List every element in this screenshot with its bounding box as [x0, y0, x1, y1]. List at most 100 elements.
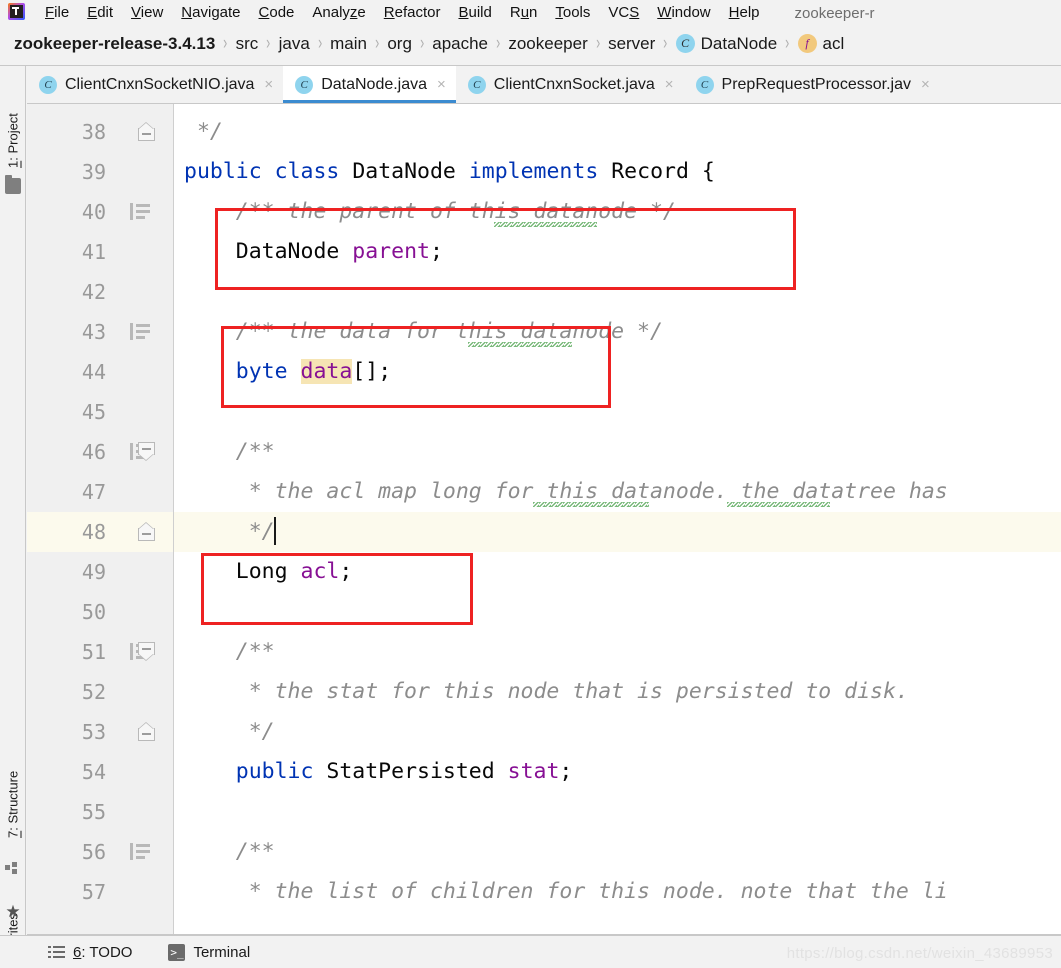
line-number: 51: [81, 640, 106, 664]
sidebar-item-project[interactable]: 1: Project: [0, 72, 26, 168]
line-number: 39: [81, 160, 106, 184]
code-line[interactable]: *: [184, 104, 210, 112]
gutter-row[interactable]: 44: [27, 352, 174, 392]
code-line[interactable]: /**: [184, 832, 275, 872]
menu-edit[interactable]: Edit: [78, 4, 122, 22]
gutter-row[interactable]: 57: [27, 872, 174, 912]
fold-start-icon[interactable]: [138, 642, 155, 661]
editor-tab-label: ClientCnxnSocketNIO.java: [65, 75, 255, 93]
gutter-row[interactable]: 41: [27, 232, 174, 272]
gutter-row[interactable]: 45: [27, 392, 174, 432]
star-icon: ★: [5, 902, 21, 921]
code-line[interactable]: public StatPersisted stat;: [184, 752, 573, 792]
menu-refactor[interactable]: Refactor: [375, 4, 450, 22]
breadcrumb-item-java[interactable]: java: [279, 34, 310, 54]
spelling-squiggle: [494, 222, 598, 227]
status-item-todo-label: 6: TODO: [73, 943, 133, 961]
breadcrumb-item-datanode[interactable]: C DataNode: [675, 34, 777, 54]
editor-tab-datanode-java[interactable]: C DataNode.java ×: [283, 66, 456, 103]
breadcrumb-item-apache[interactable]: apache: [432, 34, 488, 54]
line-number: 48: [81, 520, 106, 544]
line-number: 38: [81, 120, 106, 144]
breadcrumb-separator: ›: [420, 32, 425, 54]
editor-tab-preprequestprocessor-jav[interactable]: C PrepRequestProcessor.jav ×: [684, 66, 940, 103]
gutter-row[interactable]: 55: [27, 792, 174, 832]
menu-vcs[interactable]: VCS: [599, 4, 648, 22]
breadcrumb-item-server[interactable]: server: [608, 34, 655, 54]
java-class-icon: C: [695, 75, 714, 94]
menu-window[interactable]: Window: [648, 4, 719, 22]
menu-build[interactable]: Build: [449, 4, 500, 22]
breadcrumb-item-label: src: [235, 33, 259, 53]
editor-tab-clientcnxnsocket-java[interactable]: C ClientCnxnSocket.java ×: [456, 66, 684, 103]
menu-navigate[interactable]: Navigate: [172, 4, 249, 22]
code-line[interactable]: /** the data for this datanode */: [184, 312, 663, 352]
terminal-icon: >_: [168, 943, 186, 961]
fold-end-icon[interactable]: [138, 522, 155, 541]
menu-tools[interactable]: Tools: [546, 4, 599, 22]
close-icon[interactable]: ×: [437, 77, 446, 92]
code-line[interactable]: */: [184, 112, 223, 152]
breadcrumb-item-org[interactable]: org: [387, 34, 412, 54]
gutter-row[interactable]: 47: [27, 472, 174, 512]
menu-help[interactable]: Help: [720, 4, 769, 22]
editor-tab-clientcnxnsocketnio-java[interactable]: C ClientCnxnSocketNIO.java ×: [27, 66, 283, 103]
menu-code[interactable]: Code: [250, 4, 304, 22]
menu-file[interactable]: File: [36, 4, 78, 22]
code-line[interactable]: */: [184, 512, 275, 552]
line-number: 40: [81, 200, 106, 224]
breadcrumb-item-main[interactable]: main: [330, 34, 367, 54]
menu-view[interactable]: View: [122, 4, 172, 22]
breadcrumb-item-label: acl: [822, 33, 845, 53]
editor-gutter[interactable]: 37 38 39 40 41 42 43 44 45 46 47 48 49 50 51 52 53 54 55 56…: [27, 104, 174, 935]
breadcrumb-item-zookeeper[interactable]: zookeeper: [508, 34, 587, 54]
code-line[interactable]: DataNode parent;: [184, 232, 443, 272]
javadoc-marker-icon[interactable]: [130, 203, 150, 220]
code-line[interactable]: * the list of children for this node. no…: [184, 872, 948, 912]
javadoc-marker-icon[interactable]: [130, 843, 150, 860]
code-line[interactable]: /** the parent of this datanode */: [184, 192, 676, 232]
code-line[interactable]: */: [184, 712, 275, 752]
code-line[interactable]: /**: [184, 632, 275, 672]
code-line[interactable]: * the stat for this node that is persist…: [184, 672, 909, 712]
line-number: 43: [81, 320, 106, 344]
code-line[interactable]: byte data[];: [184, 352, 391, 392]
code-line[interactable]: /**: [184, 432, 275, 472]
gutter-row[interactable]: 49: [27, 552, 174, 592]
gutter-row[interactable]: 37: [27, 104, 174, 112]
left-tool-window-strip: 1: Project 7: Structure 2: Favorites ★: [0, 66, 26, 968]
breadcrumb-item-label: zookeeper: [508, 33, 588, 53]
gutter-row[interactable]: 43: [27, 312, 174, 352]
spelling-squiggle: [468, 342, 572, 347]
close-icon[interactable]: ×: [264, 77, 273, 92]
status-item-todo[interactable]: 6: TODO: [48, 944, 132, 961]
breadcrumb-item-acl[interactable]: f acl: [797, 33, 845, 54]
javadoc-marker-icon[interactable]: [130, 323, 150, 340]
gutter-row[interactable]: 42: [27, 272, 174, 312]
line-number: 44: [81, 360, 106, 384]
fold-start-icon[interactable]: [138, 442, 155, 461]
gutter-row[interactable]: 40: [27, 192, 174, 232]
code-line[interactable]: Long acl;: [184, 552, 353, 592]
intellij-idea-window: File Edit View Navigate Code Analyze Ref…: [0, 0, 1061, 968]
gutter-row[interactable]: 56: [27, 832, 174, 872]
breadcrumb-item-label: org: [387, 33, 412, 53]
close-icon[interactable]: ×: [921, 77, 930, 92]
fold-end-icon[interactable]: [138, 122, 155, 141]
menu-analyze[interactable]: Analyze: [303, 4, 374, 22]
gutter-row[interactable]: 50: [27, 592, 174, 632]
breadcrumb-item-zookeeper-release-3-4-13[interactable]: zookeeper-release-3.4.13: [14, 34, 215, 54]
code-line[interactable]: public class DataNode implements Record …: [184, 152, 715, 192]
menu-run[interactable]: Run: [501, 4, 547, 22]
editor-tab-label: PrepRequestProcessor.jav: [721, 75, 911, 93]
breadcrumb-item-src[interactable]: src: [236, 34, 259, 54]
code-editor[interactable]: 37 38 39 40 41 42 43 44 45 46 47 48 49 50 51 52 53 54 55 56…: [27, 104, 1061, 935]
close-icon[interactable]: ×: [665, 77, 674, 92]
fold-end-icon[interactable]: [138, 722, 155, 741]
code-text-area[interactable]: * */public class DataNode implements Rec…: [174, 104, 1061, 935]
status-item-terminal[interactable]: >_ Terminal: [168, 943, 250, 961]
gutter-row[interactable]: 52: [27, 672, 174, 712]
gutter-row[interactable]: 39: [27, 152, 174, 192]
sidebar-item-structure[interactable]: 7: Structure: [0, 726, 26, 838]
gutter-row[interactable]: 54: [27, 752, 174, 792]
